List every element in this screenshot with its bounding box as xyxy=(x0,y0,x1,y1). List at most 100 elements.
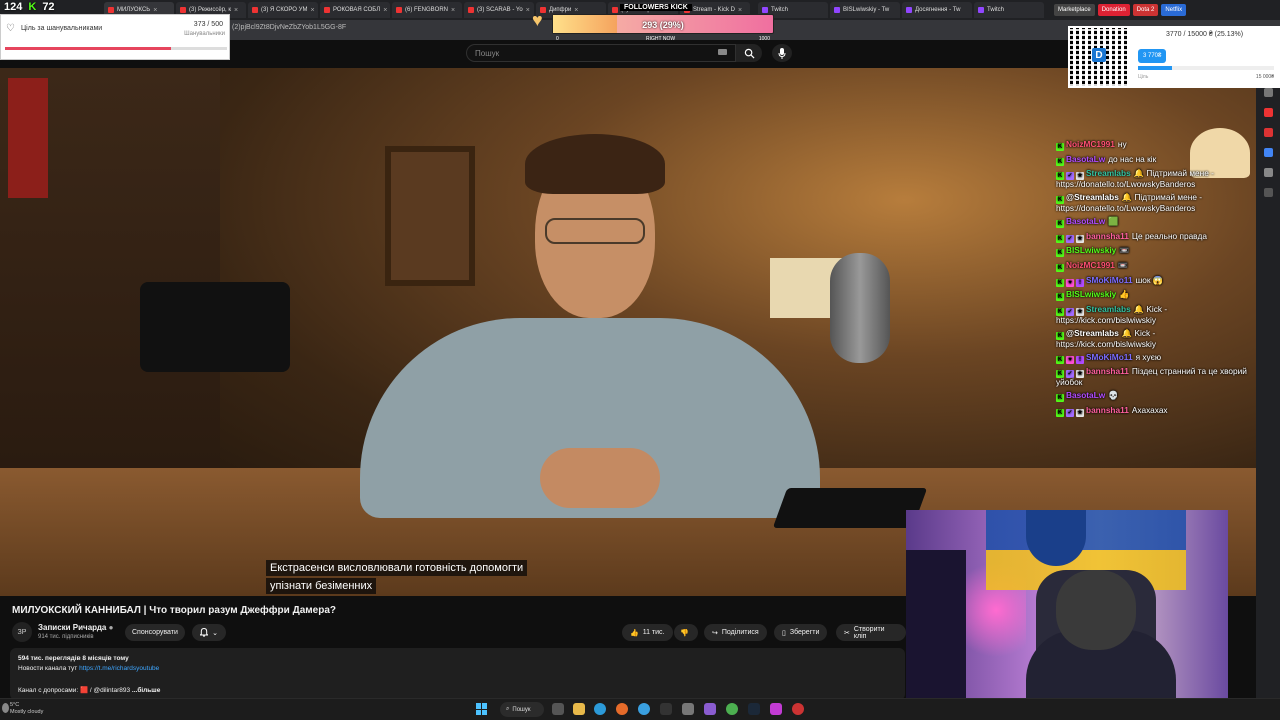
chat-badge-icon: K xyxy=(1056,220,1064,228)
chat-badge-icon: ! xyxy=(1076,278,1084,287)
firefox-icon[interactable] xyxy=(616,703,628,715)
steam-icon[interactable] xyxy=(748,703,760,715)
chat-username[interactable]: Streamlabs xyxy=(1086,168,1131,178)
browser-tab-twitch[interactable]: Досягнення - Tw xyxy=(902,2,972,18)
search-button[interactable] xyxy=(736,44,762,62)
chat-message: K @Streamlabs 🔔 Підтримай мене - https://d… xyxy=(1056,193,1256,213)
close-icon[interactable]: × xyxy=(383,7,387,14)
chat-username[interactable]: BasotaLw xyxy=(1066,390,1105,400)
chat-username[interactable]: NoizMC1991 xyxy=(1066,139,1115,149)
tab-favicon-icon xyxy=(108,7,114,13)
like-button[interactable]: 👍 11 тис. xyxy=(622,624,673,641)
extension-button[interactable]: Dota 2 xyxy=(1132,4,1159,16)
video-info: МИЛУОКСКИЙ КАННИБАЛ | Что творил разум Д… xyxy=(0,596,906,706)
search-input[interactable]: Пошук xyxy=(466,44,736,62)
chat-username[interactable]: @Streamlabs xyxy=(1066,328,1119,338)
save-button[interactable]: ▯ Зберегти xyxy=(774,624,828,641)
chat-username[interactable]: BasotaLw xyxy=(1066,216,1105,226)
voice-search-button[interactable] xyxy=(772,44,792,62)
chat-message: K ✓ ★ bannsha11 Ахахахах xyxy=(1056,405,1256,417)
browser-tab-twitch[interactable]: BISLwiwskiy - Tw xyxy=(830,2,900,18)
description-box[interactable]: 594 тис. переглядів 8 місяців тому Новос… xyxy=(10,648,905,700)
url-text[interactable]: (2)pjBcl9Zt8DjvNeZbZYob1L5GG-8F xyxy=(232,24,346,31)
google-icon[interactable] xyxy=(1264,148,1273,157)
goal-progress-fill xyxy=(5,47,171,50)
video-presenter-hair xyxy=(525,134,665,194)
video-scene-picture-frame xyxy=(385,146,475,286)
chat-username[interactable]: SMoKiMo11 xyxy=(1086,352,1133,362)
close-icon[interactable]: × xyxy=(310,7,314,14)
subtitle-line-2: упізнати безіменних xyxy=(266,578,377,594)
weather-icon[interactable] xyxy=(2,703,9,713)
edge-icon[interactable] xyxy=(594,703,606,715)
more-button[interactable]: ...більше xyxy=(132,687,160,694)
app-icon-3[interactable] xyxy=(770,703,782,715)
chat-text: шок 😱 xyxy=(1135,274,1164,285)
donation-progress-fill xyxy=(1138,66,1173,70)
webcam-shelf xyxy=(906,550,966,720)
chat-username[interactable]: bannsha11 xyxy=(1086,231,1129,241)
description-link[interactable]: https://t.me/richardsyoutube xyxy=(79,665,159,672)
keyboard-icon[interactable] xyxy=(718,49,727,55)
tab-label: (3) Режиссёр, к xyxy=(189,7,232,13)
browser-tab[interactable]: РОКОВАЯ СОБЛ × xyxy=(320,2,390,18)
close-icon[interactable]: × xyxy=(451,7,455,14)
share-button[interactable]: ↪ Поділитися xyxy=(704,624,767,641)
chat-username[interactable]: BISLwiwskiy xyxy=(1066,289,1116,299)
close-icon[interactable]: × xyxy=(234,7,238,14)
chrome-icon[interactable] xyxy=(726,703,738,715)
side-panel-icon[interactable] xyxy=(1264,88,1273,97)
gmail-icon[interactable] xyxy=(1264,128,1273,137)
extension-button[interactable]: Marketplace xyxy=(1054,4,1095,16)
twitch-icon xyxy=(906,7,912,13)
browser-tab[interactable]: (3) SCARAB - Yo × xyxy=(464,2,534,18)
video-presenter-glasses xyxy=(545,218,645,244)
telegram-icon[interactable] xyxy=(638,703,650,715)
tab-favicon-icon xyxy=(468,7,474,13)
close-icon[interactable]: × xyxy=(526,7,530,14)
tab-favicon-icon xyxy=(324,7,330,13)
chat-username[interactable]: bannsha11 xyxy=(1086,366,1129,376)
app-icon-4[interactable] xyxy=(792,703,804,715)
task-view-icon[interactable] xyxy=(552,703,564,715)
obs-icon[interactable] xyxy=(660,703,672,715)
chat-username[interactable]: NoizMC1991 xyxy=(1066,260,1115,270)
donatello-logo-icon: D xyxy=(1092,48,1106,62)
channel-subscribers: 914 тис. підписників xyxy=(38,634,94,640)
app-icon-2[interactable] xyxy=(704,703,716,715)
chat-message: K BISLwiwskiy 📼 xyxy=(1056,245,1256,258)
youtube-icon[interactable] xyxy=(1264,108,1273,117)
chat-message: K BasotaLw 🟩 xyxy=(1056,216,1256,228)
chat-text: я хуєю xyxy=(1135,351,1162,362)
file-explorer-icon[interactable] xyxy=(573,703,585,715)
bell-icon xyxy=(200,628,209,637)
windows-start-icon[interactable] xyxy=(476,703,488,715)
dislike-button[interactable]: 👎 xyxy=(674,624,698,641)
taskbar-search[interactable]: ⌕ Пошук xyxy=(500,702,544,717)
subscription-bell-button[interactable]: ⌄ xyxy=(192,624,226,641)
browser-tab[interactable]: (6) FENGBORN × xyxy=(392,2,462,18)
browser-tab-twitch[interactable]: Twitch xyxy=(974,2,1044,18)
chat-username[interactable]: bannsha11 xyxy=(1086,405,1129,415)
chat-username[interactable]: SMoKiMo11 xyxy=(1086,275,1133,285)
extension-button[interactable]: Netflix xyxy=(1161,4,1187,16)
chat-badge-icon: K xyxy=(1056,394,1064,403)
chat-message: K ✓ ★ Streamlabs 🔔 Kick - https://kick.com/b… xyxy=(1056,305,1256,325)
weather-widget[interactable]: 5°C Mostly cloudy xyxy=(10,702,43,716)
chat-message: K ✓ ★ bannsha11 Піздец странний та це хворий… xyxy=(1056,367,1256,387)
clip-button[interactable]: ✂ Створити кліп xyxy=(836,624,906,641)
browser-tab[interactable]: (3) Я СКОРО УМ × xyxy=(248,2,318,18)
chat-text: 🟩 xyxy=(1108,216,1119,226)
close-icon[interactable]: × xyxy=(153,7,157,14)
chat-username[interactable]: BISLwiwskiy xyxy=(1066,245,1116,255)
app-icon-1[interactable] xyxy=(682,703,694,715)
chat-username[interactable]: BasotaLw xyxy=(1066,154,1105,164)
chat-username[interactable]: @Streamlabs xyxy=(1066,192,1119,202)
tools-icon[interactable] xyxy=(1264,168,1273,177)
sponsor-button[interactable]: Спонсорувати xyxy=(125,624,185,641)
add-icon[interactable] xyxy=(1264,188,1273,197)
channel-avatar[interactable]: ЗР xyxy=(12,622,32,642)
chat-username[interactable]: Streamlabs xyxy=(1086,304,1131,314)
channel-name[interactable]: Записки Ричарда ● xyxy=(38,623,113,632)
extension-button[interactable]: Donation xyxy=(1097,4,1130,16)
